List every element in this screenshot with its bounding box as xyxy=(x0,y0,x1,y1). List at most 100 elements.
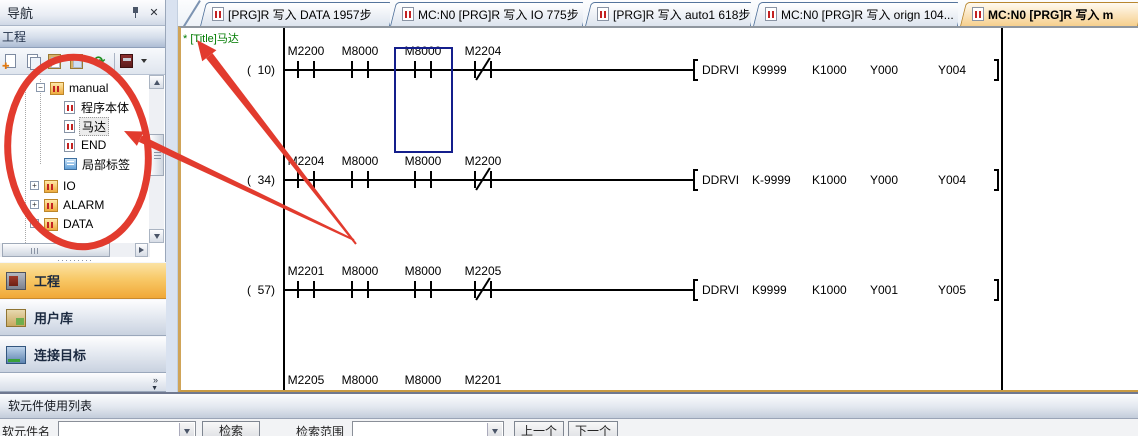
close-icon[interactable]: ✕ xyxy=(147,6,161,19)
tree-item-manual[interactable]: manual xyxy=(50,79,110,97)
nc-slash xyxy=(475,167,490,190)
project-view-button[interactable]: 工程 xyxy=(0,262,166,299)
scroll-up-button[interactable] xyxy=(149,75,164,89)
left-power-rail xyxy=(283,28,285,390)
user-library-icon xyxy=(6,309,26,327)
connection-icon xyxy=(6,346,26,364)
connection-destination-button[interactable]: 连接目标 xyxy=(0,336,166,373)
triangle-right-icon xyxy=(139,247,144,253)
tree-item-motor[interactable]: 马达 xyxy=(64,117,109,135)
instruction-close-bracket xyxy=(994,59,999,81)
previous-button[interactable]: 上一个(N) xyxy=(514,421,564,436)
tabbar-edge-decoration xyxy=(180,0,202,26)
next-button[interactable]: 下一个(N) xyxy=(568,421,618,436)
contact-no[interactable]: M2201 xyxy=(276,264,336,300)
ladder-program-icon xyxy=(212,7,224,21)
instruction-close-bracket xyxy=(994,279,999,301)
contact-no[interactable]: M8000 xyxy=(330,44,390,80)
tab-prg-io[interactable]: MC:N0 [PRG]R 写入 IO 775步 xyxy=(390,2,583,26)
tree-vertical-scrollbar[interactable] xyxy=(149,75,164,243)
contact-no[interactable]: M8000 xyxy=(330,373,390,392)
contact-no[interactable]: M8000 xyxy=(393,373,453,392)
contact-nc[interactable]: M2200 xyxy=(453,154,513,190)
expand-box[interactable]: + xyxy=(30,219,39,228)
pin-icon[interactable] xyxy=(130,6,141,19)
ladder-doc-icon xyxy=(64,120,75,133)
instruction-mnemonic[interactable]: DDRVI xyxy=(702,283,739,297)
instruction-mnemonic[interactable]: DDRVI xyxy=(702,173,739,187)
triangle-down-icon xyxy=(154,234,160,239)
expand-box[interactable]: + xyxy=(30,200,39,209)
sort-refresh-icon[interactable]: ⟳ xyxy=(90,52,109,71)
edit-cursor-box[interactable] xyxy=(394,47,453,153)
rung-step-number: ( 57) xyxy=(211,283,275,297)
ladder-program-icon xyxy=(765,7,777,21)
ladder-title-comment: * [Title]马达 xyxy=(183,30,239,46)
right-power-rail xyxy=(1001,28,1003,390)
contact-no[interactable]: M8000 xyxy=(330,154,390,190)
program-folder-icon xyxy=(44,180,58,193)
user-library-button[interactable]: 用户库 xyxy=(0,299,166,336)
tree-item-io[interactable]: IO xyxy=(44,177,78,195)
collapse-box[interactable]: − xyxy=(36,83,45,92)
nc-slash xyxy=(475,57,490,80)
navigation-panel: 导航 ✕ 工程 ✚ ⟳ manual − 程序本体 xyxy=(0,0,166,392)
parameter-dropdown-icon[interactable] xyxy=(119,52,147,71)
find-range-label: 检索范围 xyxy=(296,423,344,436)
ladder-doc-icon xyxy=(64,101,75,114)
ladder-editor[interactable]: * [Title]马达 ( 10) M2200 M8000 M8000 M220… xyxy=(178,26,1138,392)
contact-no[interactable]: M2200 xyxy=(276,44,336,80)
scroll-thumb[interactable] xyxy=(2,243,110,257)
tree-item-local-label[interactable]: 局部标签 xyxy=(64,155,132,173)
device-usage-list-controls: 软元件名 检索 检索范围 上一个(N) 下一个(N) xyxy=(0,419,1138,436)
instruction-close-bracket xyxy=(994,169,999,191)
tree-item-alarm[interactable]: ALARM xyxy=(44,196,106,214)
ladder-program-icon xyxy=(972,7,984,21)
contact-nc[interactable]: M2204 xyxy=(453,44,513,80)
ladder-program-icon xyxy=(402,7,414,21)
tree-guide-line xyxy=(25,79,26,243)
contact-nc[interactable]: M2205 xyxy=(453,264,513,300)
tree-item-end[interactable]: END xyxy=(64,136,108,154)
program-folder-icon xyxy=(44,218,58,231)
paste-icon[interactable] xyxy=(46,52,65,71)
find-range-combo[interactable] xyxy=(352,421,504,436)
combo-dropdown-icon[interactable] xyxy=(179,423,194,436)
ladder-doc-icon xyxy=(64,139,75,152)
find-button[interactable]: 检索 xyxy=(202,421,260,436)
tab-prg-auto1[interactable]: [PRG]R 写入 auto1 618步 xyxy=(585,2,751,26)
ladder-program-icon xyxy=(597,7,609,21)
instruction-open-bracket xyxy=(693,59,698,81)
new-item-icon[interactable]: ✚ xyxy=(2,52,21,71)
contact-no[interactable]: M8000 xyxy=(393,264,453,300)
device-name-combo[interactable] xyxy=(58,421,196,436)
scroll-thumb[interactable] xyxy=(149,134,164,176)
scroll-right-button[interactable] xyxy=(135,243,148,257)
view-selector-overflow-bar[interactable]: » ▼ xyxy=(0,373,166,392)
instruction-open-bracket xyxy=(693,279,698,301)
document-tabbar: [PRG]R 写入 DATA 1957步 MC:N0 [PRG]R 写入 IO … xyxy=(178,0,1138,26)
instruction-mnemonic[interactable]: DDRVI xyxy=(702,63,739,77)
panel-splitter[interactable] xyxy=(166,0,178,392)
project-icon xyxy=(6,272,26,290)
device-usage-list-titlebar[interactable]: 软元件使用列表 xyxy=(0,392,1138,419)
tree-item-program-body[interactable]: 程序本体 xyxy=(64,98,131,116)
contact-no[interactable]: M2201 xyxy=(453,373,513,392)
paste-special-icon[interactable] xyxy=(68,52,87,71)
contact-no[interactable]: M8000 xyxy=(393,154,453,190)
contact-no[interactable]: M2204 xyxy=(276,154,336,190)
tab-prg-motor-active[interactable]: MC:N0 [PRG]R 写入 m xyxy=(960,2,1138,26)
expand-box[interactable]: + xyxy=(30,181,39,190)
scroll-down-button[interactable] xyxy=(149,229,164,243)
tab-prg-data[interactable]: [PRG]R 写入 DATA 1957步 xyxy=(200,2,390,26)
tab-prg-orign[interactable]: MC:N0 [PRG]R 写入 orign 104... xyxy=(753,2,958,26)
navigation-toolbar: ✚ ⟳ xyxy=(0,48,165,75)
project-tree: manual − 程序本体 马达 END 局部标签 IO xyxy=(0,75,165,243)
nc-slash xyxy=(475,277,490,300)
copy-icon[interactable] xyxy=(24,52,43,71)
instruction-open-bracket xyxy=(693,169,698,191)
contact-no[interactable]: M8000 xyxy=(330,264,390,300)
combo-dropdown-icon[interactable] xyxy=(487,423,502,436)
tree-item-data[interactable]: DATA xyxy=(44,215,95,233)
contact-no[interactable]: M2205 xyxy=(276,373,336,392)
